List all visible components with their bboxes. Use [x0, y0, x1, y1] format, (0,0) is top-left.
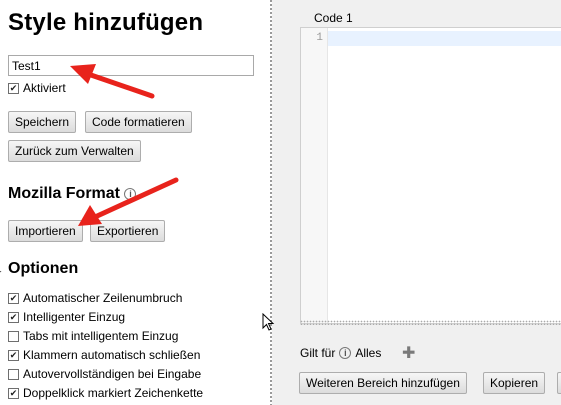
option-checkbox[interactable]	[8, 330, 19, 342]
option-label: Intelligenter Einzug	[23, 310, 126, 324]
option-checkbox[interactable]	[8, 311, 19, 323]
export-button[interactable]: Exportieren	[90, 220, 166, 242]
option-label: Doppelklick markiert Zeichenkette	[23, 386, 204, 400]
option-checkbox[interactable]	[8, 292, 19, 304]
editor-resize-handle[interactable]	[300, 320, 561, 325]
info-icon[interactable]: i	[124, 187, 137, 200]
enabled-checkbox[interactable]	[8, 82, 19, 94]
page-title: Style hinzufügen	[8, 9, 204, 36]
mouse-cursor-icon	[262, 313, 275, 331]
style-name-input[interactable]	[8, 55, 254, 76]
left-panel: Style hinzufügen Aktiviert Speichern Cod…	[0, 0, 270, 405]
more-button[interactable]	[557, 372, 561, 394]
option-row[interactable]: Autovervollständigen bei Eingabe	[8, 367, 201, 381]
option-checkbox[interactable]	[8, 349, 19, 361]
right-panel: Code 1 1 Gilt für i Alles Weiteren Berei…	[272, 0, 561, 405]
collapse-arrow-icon[interactable]: ▸	[0, 266, 2, 277]
add-plus-icon[interactable]: ✚	[402, 343, 415, 363]
option-label: Klammern automatisch schließen	[23, 348, 201, 362]
option-row[interactable]: Doppelklick markiert Zeichenkette	[8, 386, 203, 400]
enabled-checkbox-row[interactable]: Aktiviert	[8, 81, 66, 95]
option-label: Automatischer Zeilenumbruch	[23, 291, 183, 305]
mozilla-format-heading: Mozilla Format i	[8, 185, 137, 203]
applies-to-row: Gilt für i Alles	[300, 346, 381, 360]
code-section-label: Code 1	[314, 11, 353, 25]
mozilla-format-title: Mozilla Format	[8, 185, 121, 202]
option-row[interactable]: Tabs mit intelligentem Einzug	[8, 329, 178, 343]
applies-to-value: Alles	[355, 346, 382, 360]
copy-button[interactable]: Kopieren	[483, 372, 546, 394]
line-number: 1	[316, 32, 323, 44]
option-row[interactable]: Automatischer Zeilenumbruch	[8, 291, 182, 305]
save-button[interactable]: Speichern	[8, 111, 77, 133]
option-row[interactable]: Intelligenter Einzug	[8, 310, 125, 324]
back-to-manage-button[interactable]: Zurück zum Verwalten	[8, 140, 141, 162]
option-checkbox[interactable]	[8, 387, 19, 399]
options-heading: Optionen	[8, 260, 79, 277]
applies-to-label: Gilt für	[300, 346, 336, 360]
active-line	[328, 31, 561, 46]
info-icon[interactable]: i	[339, 347, 352, 359]
format-code-button[interactable]: Code formatieren	[85, 111, 192, 133]
enabled-label: Aktiviert	[23, 81, 66, 95]
editor-gutter: 1	[301, 28, 328, 323]
option-checkbox[interactable]	[8, 368, 19, 380]
option-row[interactable]: Klammern automatisch schließen	[8, 348, 200, 362]
option-label: Tabs mit intelligentem Einzug	[23, 329, 179, 343]
code-editor[interactable]: 1	[300, 27, 561, 324]
add-scope-button[interactable]: Weiteren Bereich hinzufügen	[299, 372, 467, 394]
import-button[interactable]: Importieren	[8, 220, 83, 242]
option-label: Autovervollständigen bei Eingabe	[23, 367, 202, 381]
